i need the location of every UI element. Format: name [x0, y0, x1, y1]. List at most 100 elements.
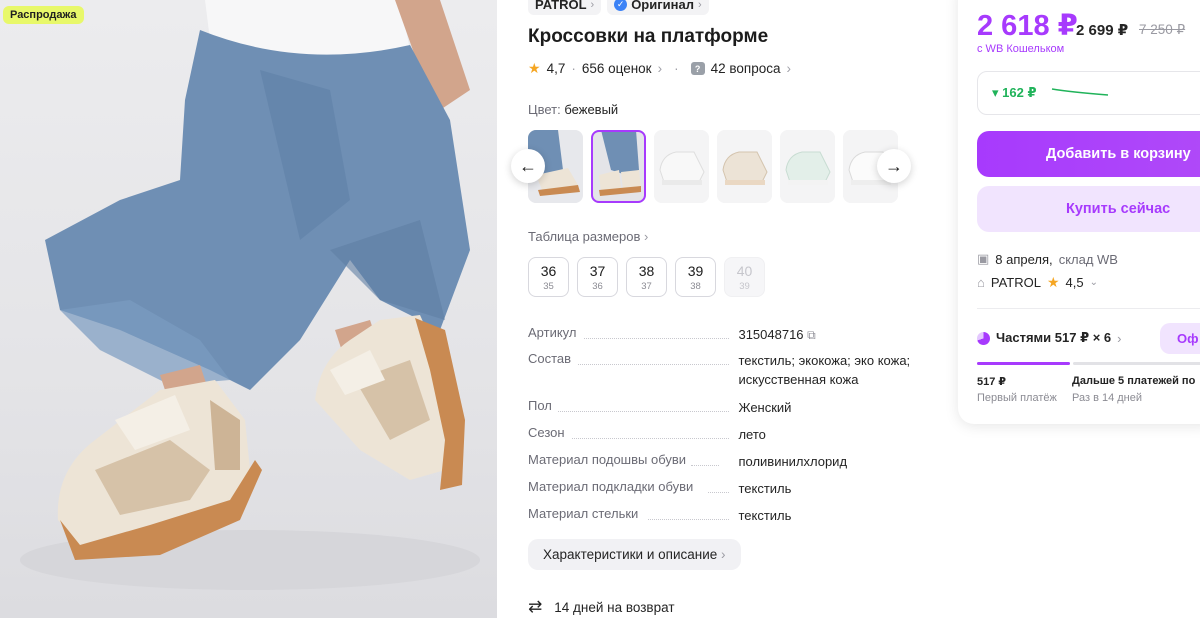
- rating-value: 4,7: [546, 61, 566, 76]
- spec-value: текстиль: [738, 481, 792, 496]
- price-drop-value: ▾ 162 ₽: [992, 85, 1037, 100]
- spec-key: Материал подкладки обуви: [528, 479, 694, 494]
- dot-leader: [708, 492, 729, 493]
- wallet-note[interactable]: с WB Кошельком: [977, 43, 1064, 55]
- size-option[interactable]: 36 35: [528, 257, 569, 297]
- thumbnails-prev-button[interactable]: ←: [511, 149, 545, 183]
- size-eu: 36: [592, 281, 603, 292]
- chevron-down-icon: ⌄: [1089, 277, 1098, 288]
- add-to-cart-button[interactable]: Добавить в корзину: [977, 131, 1200, 177]
- size-table-label: Таблица размеров: [528, 229, 641, 244]
- color-label-text: Цвет:: [528, 102, 561, 117]
- price-history-sparkline: [1051, 88, 1109, 96]
- next-payments-label: Раз в 14 дней: [1072, 392, 1143, 404]
- specs-table: Артикул 315048716 ⧉ Состав текстиль; эко…: [528, 325, 928, 533]
- verified-check-icon: ✓: [614, 0, 628, 11]
- original-chip[interactable]: ✓ Оригинал ›: [607, 0, 709, 15]
- chevron-right-icon: ›: [786, 61, 791, 76]
- first-payment-label: Первый платёж: [977, 392, 1057, 404]
- seller-rating: 4,5: [1065, 275, 1084, 290]
- spec-row: Материал стельки текстиль: [528, 506, 928, 533]
- price-old: 7 250 ₽: [1139, 22, 1186, 37]
- arrow-left-icon: ←: [519, 155, 537, 176]
- copy-icon[interactable]: ⧉: [807, 328, 816, 342]
- divider: [977, 308, 1200, 309]
- product-title: Кроссовки на платформе: [528, 26, 769, 47]
- spec-row: Артикул 315048716 ⧉: [528, 325, 928, 351]
- installments-label: Частями 517 ₽ × 6: [996, 330, 1112, 345]
- spec-value: текстиль: [738, 508, 792, 523]
- size-eu: 35: [543, 281, 554, 292]
- buy-now-button[interactable]: Купить сейчас: [977, 186, 1200, 232]
- dot-leader: [572, 438, 729, 439]
- spec-value: Женский: [738, 400, 792, 415]
- rating-row: ★ 4,7 · 656 оценок › · ? 42 вопроса ›: [528, 60, 791, 77]
- return-policy-label: 14 дней на возврат: [554, 599, 675, 615]
- spec-row: Материал подошвы обуви поливинилхлорид: [528, 452, 928, 479]
- chevron-right-icon: ›: [1117, 330, 1122, 346]
- arrow-right-icon: →: [885, 155, 903, 176]
- dot-leader: [691, 465, 719, 466]
- reviews-link[interactable]: 656 оценок: [582, 61, 652, 76]
- chevron-right-icon: ›: [657, 61, 663, 76]
- dot-leader: [648, 519, 729, 520]
- star-icon: ★: [528, 60, 541, 76]
- installments-offer-button[interactable]: Оф: [1160, 323, 1200, 354]
- installment-progress-remaining: [1073, 362, 1200, 365]
- thumbnails-next-button[interactable]: →: [877, 149, 911, 183]
- installments-link[interactable]: Частями 517 ₽ × 6 ›: [977, 330, 1122, 346]
- dot-leader: [584, 338, 729, 339]
- main-product-photo[interactable]: Распродажа: [0, 0, 497, 618]
- dot-separator: ·: [674, 61, 679, 76]
- size-ru: 36: [540, 263, 557, 279]
- size-eu: 38: [690, 281, 701, 292]
- star-icon: ★: [1046, 274, 1060, 290]
- spec-row: Сезон лето: [528, 425, 928, 452]
- questions-icon: ?: [690, 62, 705, 75]
- return-policy[interactable]: ⇄ 14 дней на возврат: [528, 597, 675, 617]
- spec-row: Пол Женский: [528, 398, 928, 425]
- installment-progress-paid: [977, 362, 1070, 365]
- photo-illustration: [20, 0, 480, 590]
- color-thumbnail-selected[interactable]: [591, 130, 646, 203]
- dot-leader: [558, 411, 729, 412]
- color-value: бежевый: [564, 102, 619, 117]
- spec-value: 315048716 ⧉: [738, 325, 928, 351]
- spec-value: текстиль; экокожа; эко кожа; искусственн…: [738, 353, 911, 387]
- color-thumbnail[interactable]: [717, 130, 772, 203]
- spec-value: лето: [738, 427, 766, 442]
- first-payment-amount: 517 ₽: [977, 376, 1007, 388]
- size-selector: 36 35 37 36 38 37 39 38 40 39: [528, 257, 765, 297]
- seller-info[interactable]: ⌂ PATROL ★ 4,5 ⌄: [977, 274, 1098, 291]
- spec-value: поливинилхлорид: [738, 454, 848, 469]
- seller-name: PATROL: [990, 275, 1041, 290]
- dot-separator: ·: [571, 61, 576, 76]
- delivery-info: ▣ 8 апреля, склад WB: [977, 251, 1118, 267]
- size-ru: 40: [736, 263, 753, 279]
- size-option-unavailable: 40 39: [724, 257, 765, 297]
- spec-row: Материал подкладки обуви текстиль: [528, 479, 928, 506]
- questions-link[interactable]: 42 вопроса: [711, 61, 781, 76]
- size-table-link[interactable]: Таблица размеров ›: [528, 229, 648, 244]
- brand-row: PATROL › ✓ Оригинал ›: [528, 0, 709, 15]
- size-option[interactable]: 39 38: [675, 257, 716, 297]
- chevron-right-icon: ›: [697, 0, 702, 11]
- color-thumbnail[interactable]: [654, 130, 709, 203]
- size-option[interactable]: 37 36: [577, 257, 618, 297]
- characteristics-button[interactable]: Характеристики и описание ›: [528, 539, 741, 570]
- dot-leader: [578, 364, 729, 365]
- color-thumbnails: [528, 130, 898, 203]
- next-payments-amount: Дальше 5 платежей по: [1072, 375, 1196, 387]
- warehouse-label: склад WB: [1058, 251, 1118, 267]
- delivery-date: 8 апреля,: [995, 251, 1053, 267]
- size-option[interactable]: 38 37: [626, 257, 667, 297]
- color-thumbnail[interactable]: [780, 130, 835, 203]
- characteristics-label: Характеристики и описание: [543, 547, 718, 562]
- color-label: Цвет: бежевый: [528, 102, 618, 117]
- pie-chart-icon: [977, 331, 990, 345]
- brand-name: PATROL: [535, 0, 587, 12]
- box-icon: ▣: [977, 251, 990, 266]
- brand-chip[interactable]: PATROL ›: [528, 0, 602, 15]
- return-arrows-icon: ⇄: [528, 597, 543, 616]
- spec-key: Состав: [528, 351, 572, 366]
